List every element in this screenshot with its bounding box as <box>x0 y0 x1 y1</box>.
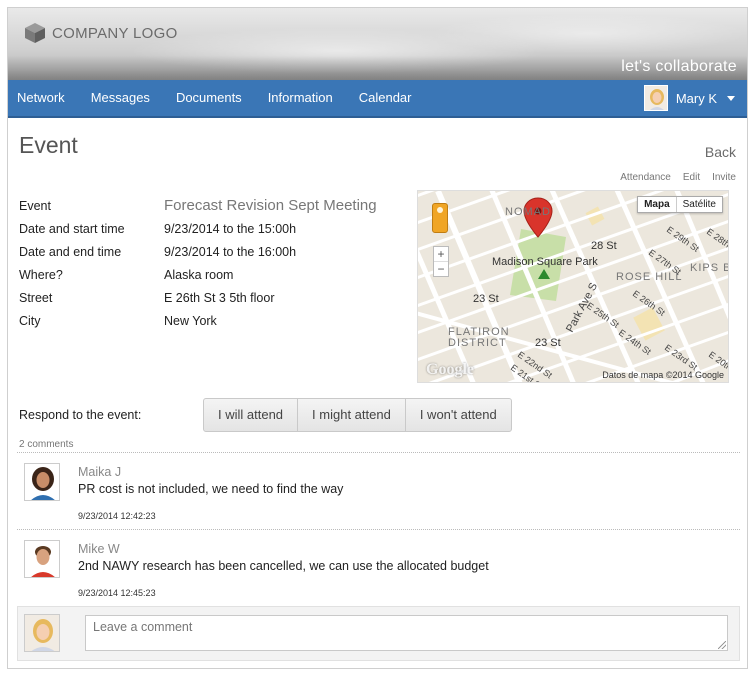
zoom-in-button[interactable]: + <box>434 247 448 262</box>
event-actions: Attendance Edit Invite <box>620 172 736 183</box>
back-link[interactable]: Back <box>705 144 736 160</box>
respond-label: Respond to the event: <box>19 408 142 422</box>
attendance-link[interactable]: Attendance <box>620 172 671 183</box>
comment-text: 2nd NAWY research has been cancelled, we… <box>78 559 489 573</box>
comment-author[interactable]: Maika J <box>78 465 121 479</box>
map-attribution: Datos de mapa ©2014 Google <box>602 370 724 380</box>
google-logo: Google <box>426 361 474 378</box>
map-label-district: DISTRICT <box>448 337 507 349</box>
new-comment-box <box>17 606 740 661</box>
comment-avatar[interactable] <box>24 463 60 501</box>
header-banner: COMPANY LOGO let's collaborate <box>8 8 747 80</box>
attend-button[interactable]: I will attend <box>204 399 299 431</box>
field-row-event: Event Forecast Revision Sept Meeting <box>19 194 377 217</box>
field-row-city: City New York <box>19 309 377 332</box>
comment-item: Mike W 2nd NAWY research has been cancel… <box>22 530 732 602</box>
field-label: City <box>19 313 41 328</box>
nav-item-messages[interactable]: Messages <box>78 79 163 117</box>
comment-timestamp: 9/23/2014 12:42:23 <box>78 511 156 521</box>
map-tiles: Madison Square Park NOMAD 28 St 23 St 23… <box>418 191 729 382</box>
user-menu[interactable]: Mary K <box>643 85 735 111</box>
map-zoom-control: + − <box>433 246 449 277</box>
nav-item-calendar[interactable]: Calendar <box>346 79 425 117</box>
street-view-pegman-icon[interactable] <box>432 203 448 233</box>
start-time: 9/23/2014 to the 15:00h <box>164 221 297 236</box>
field-row-end: Date and end time 9/23/2014 to the 16:00… <box>19 240 377 263</box>
company-logo[interactable]: COMPANY LOGO <box>24 22 178 44</box>
field-label: Event <box>19 198 51 213</box>
field-label: Date and end time <box>19 244 122 259</box>
chevron-down-icon <box>727 95 735 101</box>
field-row-where: Where? Alaska room <box>19 263 377 286</box>
tagline: let's collaborate <box>621 58 737 75</box>
field-label: Street <box>19 290 53 305</box>
map-type-satellite-button[interactable]: Satélite <box>677 197 722 212</box>
app-frame: COMPANY LOGO let's collaborate Network M… <box>7 7 748 669</box>
comment-author[interactable]: Mike W <box>78 542 120 556</box>
map-label-23st-a: 23 St <box>473 293 499 305</box>
map-type-map-button[interactable]: Mapa <box>638 197 677 212</box>
street: E 26th St 3 5th floor <box>164 290 275 305</box>
decline-button[interactable]: I won't attend <box>406 399 511 431</box>
user-avatar <box>643 85 668 111</box>
comment-avatar[interactable] <box>24 540 60 578</box>
event-name: Forecast Revision Sept Meeting <box>164 197 377 214</box>
maybe-attend-button[interactable]: I might attend <box>298 399 406 431</box>
comment-item: Maika J PR cost is not included, we need… <box>22 453 732 525</box>
event-details: Event Forecast Revision Sept Meeting Dat… <box>19 194 377 332</box>
resize-handle-icon[interactable] <box>718 641 726 649</box>
current-user-avatar <box>24 614 60 652</box>
map-label-23st-b: 23 St <box>535 337 561 349</box>
comment-text: PR cost is not included, we need to find… <box>78 482 344 496</box>
rsvp-button-group: I will attend I might attend I won't att… <box>203 398 512 432</box>
logo-cube-icon <box>25 23 45 43</box>
city: New York <box>164 313 217 328</box>
location-map[interactable]: Madison Square Park NOMAD 28 St 23 St 23… <box>417 190 729 383</box>
comment-timestamp: 9/23/2014 12:45:23 <box>78 588 156 598</box>
field-row-street: Street E 26th St 3 5th floor <box>19 286 377 309</box>
zoom-out-button[interactable]: − <box>434 262 448 276</box>
field-label: Where? <box>19 267 63 282</box>
nav-item-network[interactable]: Network <box>8 79 78 117</box>
nav-item-information[interactable]: Information <box>255 79 346 117</box>
map-label-park: Madison Square Park <box>492 256 598 268</box>
edit-link[interactable]: Edit <box>683 172 700 183</box>
map-type-toggle: Mapa Satélite <box>637 196 723 213</box>
user-name: Mary K <box>675 90 717 106</box>
comment-input[interactable] <box>85 615 728 651</box>
comment-count: 2 comments <box>19 439 74 450</box>
location: Alaska room <box>164 267 234 282</box>
field-label: Date and start time <box>19 221 125 236</box>
map-label-kips: KIPS B <box>690 262 729 274</box>
main-nav: Network Messages Documents Information C… <box>8 79 747 118</box>
map-label-28st: 28 St <box>591 240 617 252</box>
end-time: 9/23/2014 to the 16:00h <box>164 244 297 259</box>
invite-link[interactable]: Invite <box>712 172 736 183</box>
map-label-nomad: NOMAD <box>505 206 551 218</box>
nav-item-documents[interactable]: Documents <box>163 79 255 117</box>
page-title: Event <box>19 132 78 158</box>
logo-text: COMPANY LOGO <box>52 24 178 42</box>
field-row-start: Date and start time 9/23/2014 to the 15:… <box>19 217 377 240</box>
